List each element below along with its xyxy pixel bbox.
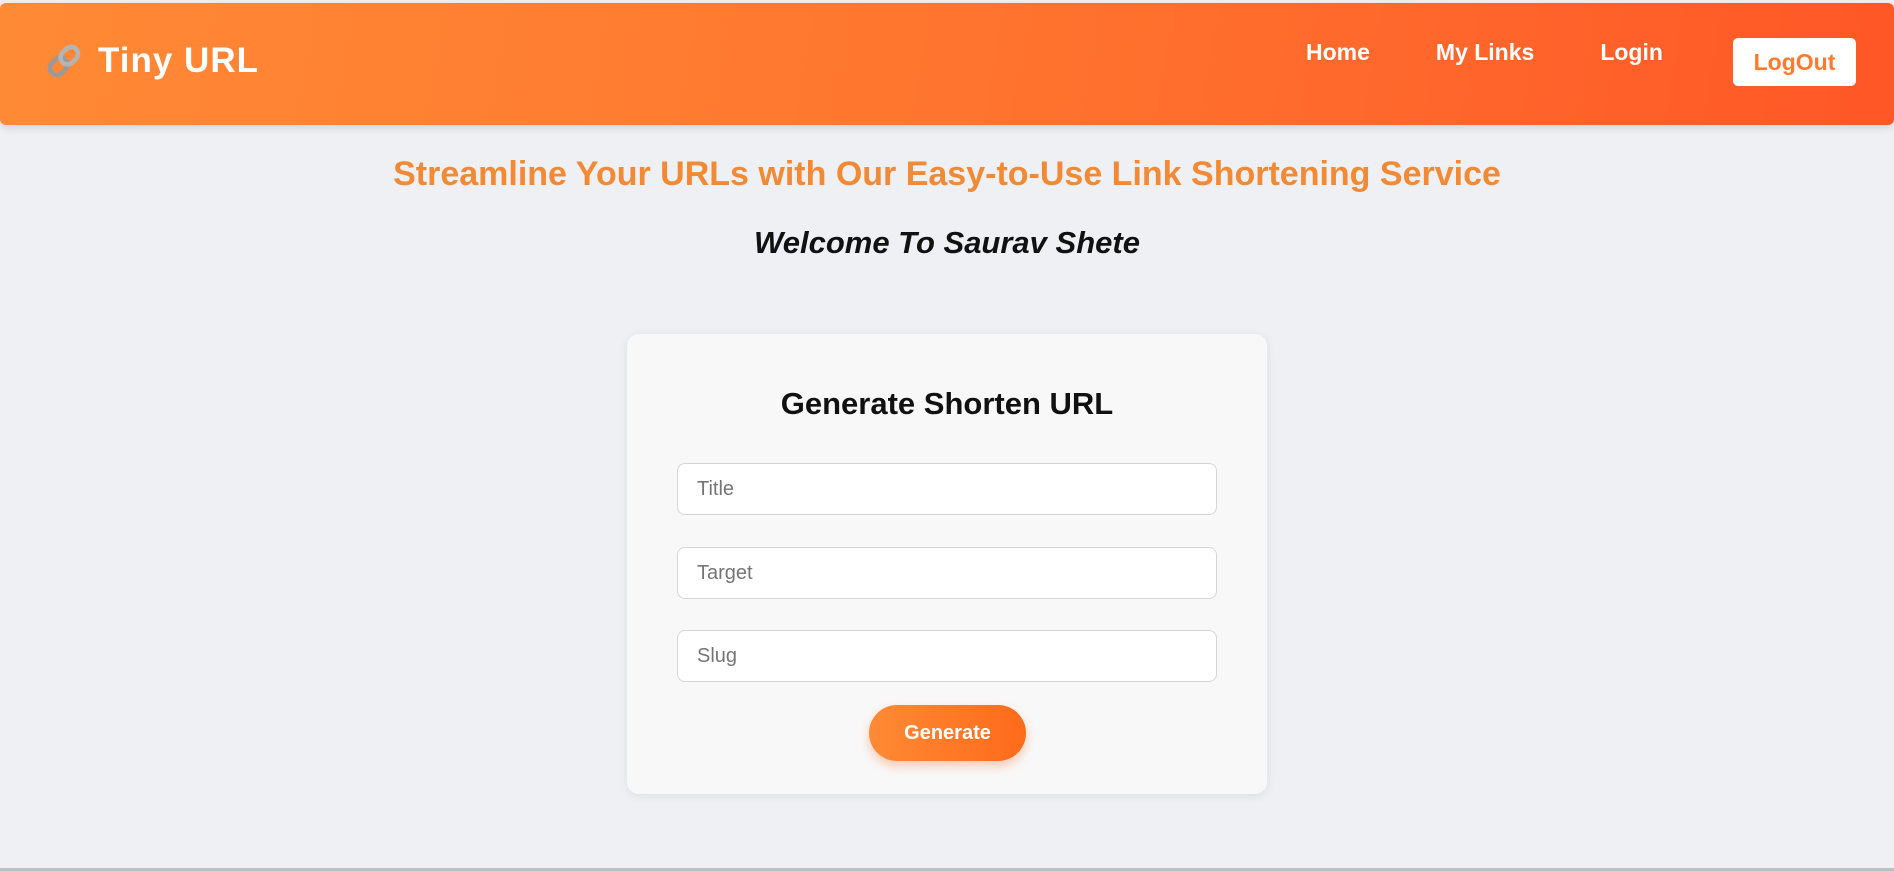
top-navbar: Tiny URL Home My Links Login LogOut — [0, 3, 1894, 125]
nav-home-link[interactable]: Home — [1306, 39, 1370, 66]
logout-button[interactable]: LogOut — [1733, 38, 1856, 86]
shorten-url-card: Generate Shorten URL Generate — [627, 334, 1267, 794]
nav-my-links-link[interactable]: My Links — [1436, 39, 1534, 66]
tagline: Streamline Your URLs with Our Easy-to-Us… — [393, 155, 1501, 193]
form-title: Generate Shorten URL — [780, 386, 1114, 421]
nav-links: Home My Links Login — [1306, 39, 1729, 66]
link-icon — [44, 41, 84, 81]
generate-button[interactable]: Generate — [869, 705, 1026, 761]
brand[interactable]: Tiny URL — [44, 41, 259, 81]
brand-title: Tiny URL — [98, 41, 259, 80]
target-input[interactable] — [677, 547, 1217, 599]
slug-input[interactable] — [677, 630, 1217, 682]
nav-login-link[interactable]: Login — [1600, 39, 1663, 66]
title-input[interactable] — [677, 463, 1217, 515]
welcome-message: Welcome To Saurav Shete — [754, 225, 1140, 260]
